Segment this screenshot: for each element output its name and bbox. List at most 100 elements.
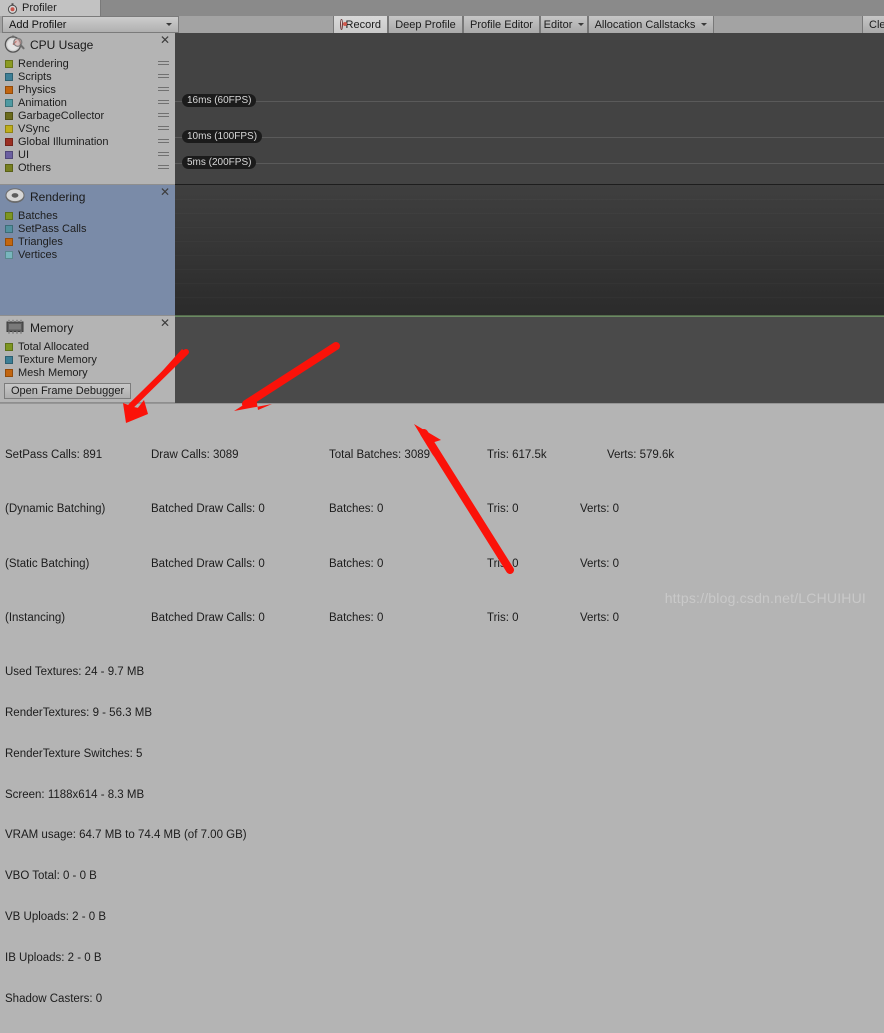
drag-handle-icon[interactable] xyxy=(158,113,169,118)
module-header: Rendering ✕ xyxy=(0,185,175,209)
legend-item-setpass-calls[interactable]: SetPass Calls xyxy=(0,222,175,235)
module-title: Rendering xyxy=(30,190,86,204)
torus-icon xyxy=(4,186,26,209)
close-icon[interactable]: ✕ xyxy=(160,317,170,329)
color-swatch xyxy=(5,224,13,233)
editor-dropdown[interactable]: Editor xyxy=(540,16,588,33)
stat-tris: Tris: 617.5k xyxy=(487,448,547,461)
record-label: Record xyxy=(345,18,381,31)
legend-item-texture-memory[interactable]: Texture Memory xyxy=(0,353,175,366)
module-title: CPU Usage xyxy=(30,38,94,52)
legend-item-total-allocated[interactable]: Total Allocated xyxy=(0,340,175,353)
legend-item-vsync[interactable]: VSync xyxy=(0,122,175,135)
stat-batches: Batches: 0 xyxy=(329,557,384,570)
color-swatch xyxy=(5,342,13,351)
module-header: Memory ✕ xyxy=(0,316,175,340)
graph-cpu-usage[interactable]: 16ms (60FPS) 10ms (100FPS) 5ms (200FPS) xyxy=(175,33,884,185)
legend-label: Global Illumination xyxy=(18,135,109,148)
stat-render-textures: RenderTextures: 9 - 56.3 MB xyxy=(5,707,153,720)
stat-tris: Tris: 0 xyxy=(487,503,519,516)
legend-label: Animation xyxy=(18,96,67,109)
profile-editor-button[interactable]: Profile Editor xyxy=(463,16,540,33)
drag-handle-icon[interactable] xyxy=(158,87,169,92)
stat-tris: Tris: 0 xyxy=(487,557,519,570)
drag-handle-icon[interactable] xyxy=(158,165,169,170)
gridline-10ms xyxy=(175,137,884,138)
stat-dynamic-batching: (Dynamic Batching) xyxy=(5,503,106,516)
stats-row: (Instancing) Batched Draw Calls: 0 Batch… xyxy=(5,612,674,626)
legend-item-vertices[interactable]: Vertices xyxy=(0,248,175,261)
legend-item-triangles[interactable]: Triangles xyxy=(0,235,175,248)
stat-batched-draw-calls: Batched Draw Calls: 0 xyxy=(151,503,265,516)
legend-item-batches[interactable]: Batches xyxy=(0,209,175,222)
clear-label: Cle xyxy=(869,18,884,31)
tab-profiler-label: Profiler xyxy=(22,2,57,14)
stat-draw-calls: Draw Calls: 3089 xyxy=(151,448,239,461)
stat-instancing: (Instancing) xyxy=(5,611,66,624)
stat-verts: Verts: 0 xyxy=(580,611,619,624)
color-swatch xyxy=(5,124,13,133)
graph-memory[interactable] xyxy=(175,316,884,403)
open-frame-debugger-button[interactable]: Open Frame Debugger xyxy=(4,383,132,399)
legend-item-global-illumination[interactable]: Global Illumination xyxy=(0,135,175,148)
drag-handle-icon[interactable] xyxy=(158,126,169,131)
record-button[interactable]: Record xyxy=(333,16,388,33)
profiler-module-memory[interactable]: Memory ✕ Total Allocated Texture Memory … xyxy=(0,316,175,403)
deep-profile-button[interactable]: Deep Profile xyxy=(388,16,463,33)
module-header: CPU Usage ✕ xyxy=(0,33,175,57)
color-swatch xyxy=(5,111,13,120)
add-profiler-dropdown[interactable]: Add Profiler xyxy=(2,16,179,33)
stats-row: (Dynamic Batching) Batched Draw Calls: 0… xyxy=(5,503,674,517)
allocation-callstacks-label: Allocation Callstacks xyxy=(594,18,696,31)
drag-handle-icon[interactable] xyxy=(158,100,169,105)
stat-batches: Batches: 0 xyxy=(329,611,384,624)
legend-label: Batches xyxy=(18,209,58,222)
stats-row: (Static Batching) Batched Draw Calls: 0 … xyxy=(5,558,674,572)
drag-handle-icon[interactable] xyxy=(158,61,169,66)
legend-label: Texture Memory xyxy=(18,353,97,366)
allocation-callstacks-dropdown[interactable]: Allocation Callstacks xyxy=(588,16,714,33)
gridlabel-16ms: 16ms (60FPS) xyxy=(182,94,257,107)
legend-item-rendering[interactable]: Rendering xyxy=(0,57,175,70)
drag-handle-icon[interactable] xyxy=(158,139,169,144)
chevron-down-icon xyxy=(166,23,172,26)
legend-item-scripts[interactable]: Scripts xyxy=(0,70,175,83)
deep-profile-label: Deep Profile xyxy=(395,18,456,31)
open-frame-debugger-label: Open Frame Debugger xyxy=(11,385,125,397)
legend-item-animation[interactable]: Animation xyxy=(0,96,175,109)
stat-setpass-calls: SetPass Calls: 891 xyxy=(5,448,103,461)
close-icon[interactable]: ✕ xyxy=(160,186,170,198)
legend-item-physics[interactable]: Physics xyxy=(0,83,175,96)
legend-label: Others xyxy=(18,161,52,174)
drag-handle-icon[interactable] xyxy=(158,152,169,157)
profiler-module-rendering[interactable]: Rendering ✕ Batches SetPass Calls Triang… xyxy=(0,185,175,316)
profile-editor-label: Profile Editor xyxy=(470,18,533,31)
stat-ib-uploads: IB Uploads: 2 - 0 B xyxy=(5,951,102,964)
legend-item-mesh-memory[interactable]: Mesh Memory xyxy=(0,366,175,379)
rendering-statistics-panel: SetPass Calls: 891 Draw Calls: 3089 Tota… xyxy=(0,403,884,1005)
gridline-16ms xyxy=(175,101,884,102)
tab-profiler[interactable]: Profiler xyxy=(0,0,101,16)
legend-item-ui[interactable]: UI xyxy=(0,148,175,161)
window-tab-bar: Profiler xyxy=(0,0,884,17)
color-swatch xyxy=(5,72,13,81)
profiler-module-cpu-usage[interactable]: CPU Usage ✕ Rendering Scripts Physics An… xyxy=(0,33,175,185)
legend-item-garbagecollector[interactable]: GarbageCollector xyxy=(0,109,175,122)
gridlabel-10ms: 10ms (100FPS) xyxy=(182,130,263,143)
legend-label: Total Allocated xyxy=(18,340,89,353)
gridlabel-5ms: 5ms (200FPS) xyxy=(182,156,257,169)
color-swatch xyxy=(5,250,13,259)
graph-rendering[interactable] xyxy=(175,185,884,316)
legend-label: Triangles xyxy=(18,235,63,248)
drag-handle-icon[interactable] xyxy=(158,74,169,79)
color-swatch xyxy=(5,98,13,107)
color-swatch xyxy=(5,137,13,146)
stat-shadow-casters: Shadow Casters: 0 xyxy=(5,992,103,1005)
legend-label: GarbageCollector xyxy=(18,109,105,122)
close-icon[interactable]: ✕ xyxy=(160,34,170,46)
legend-item-others[interactable]: Others xyxy=(0,161,175,174)
clear-button[interactable]: Cle xyxy=(862,16,884,33)
color-swatch xyxy=(5,85,13,94)
stat-vram-usage: VRAM usage: 64.7 MB to 74.4 MB (of 7.00 … xyxy=(5,829,247,842)
stat-static-batching: (Static Batching) xyxy=(5,557,90,570)
